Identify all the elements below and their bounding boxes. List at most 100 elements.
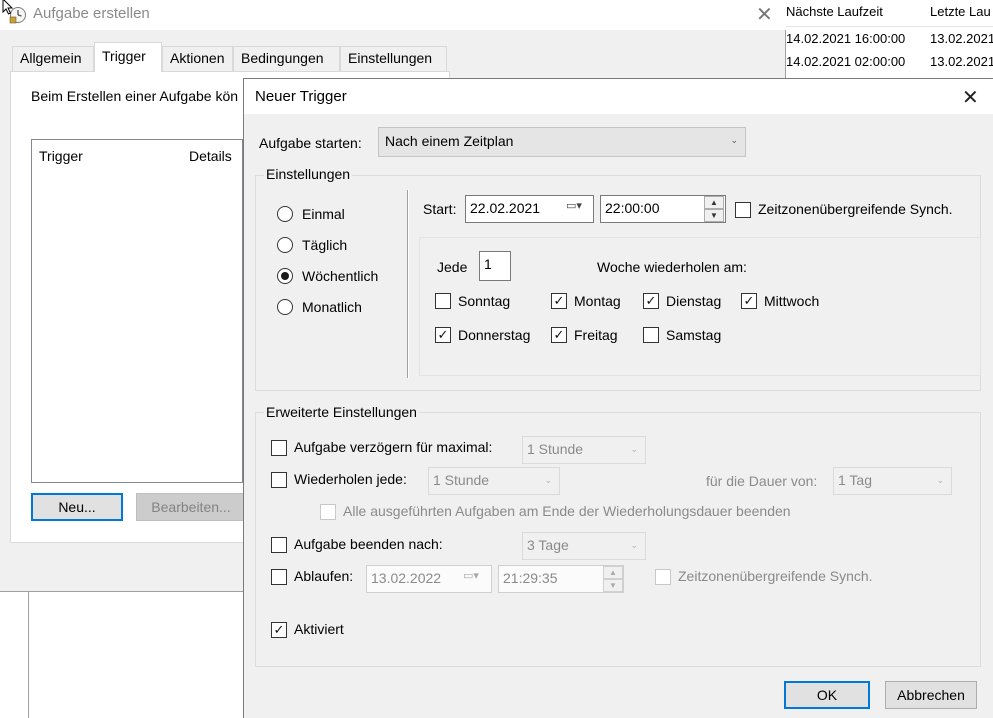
chevron-down-icon: ⌄ <box>544 475 552 485</box>
duration-label: für die Dauer von: <box>706 473 818 489</box>
radio-weekly[interactable] <box>277 268 293 284</box>
stop-after-select[interactable]: 3 Tage ⌄ <box>522 532 646 560</box>
repeat-label: Wiederholen jede: <box>294 471 407 487</box>
cancel-button[interactable]: Abbrechen <box>885 681 977 709</box>
settings-group-label: Einstellungen <box>264 166 353 182</box>
column-header-trigger[interactable]: Trigger <box>39 148 83 164</box>
start-task-value: Nach einem Zeitplan <box>385 133 514 149</box>
checkbox-tuesday[interactable]: ✓ <box>643 293 659 309</box>
mouse-cursor-icon <box>2 0 14 19</box>
checkbox-tuesday-label: Dienstag <box>666 293 722 309</box>
chevron-down-icon: ⌄ <box>730 135 738 145</box>
tz-sync-label: Zeitzonenübergreifende Synch. <box>758 201 953 217</box>
radio-monthly-label: Monatlich <box>302 299 362 315</box>
stop-all-label: Alle ausgeführten Aufgaben am Ende der W… <box>343 503 791 519</box>
expire-tz-sync-checkbox[interactable] <box>655 569 671 585</box>
new-trigger-button[interactable]: Neu... <box>31 493 123 521</box>
dialog-title: Neuer Trigger <box>255 88 347 105</box>
calendar-icon[interactable]: ▭▾ <box>463 569 479 582</box>
checkbox-monday[interactable]: ✓ <box>551 293 567 309</box>
expire-checkbox[interactable] <box>271 569 287 585</box>
delay-label: Aufgabe verzögern für maximal: <box>294 439 493 455</box>
radio-once-label: Einmal <box>302 206 345 222</box>
checkbox-saturday-label: Samstag <box>666 327 722 343</box>
expire-tz-sync-label: Zeitzonenübergreifende Synch. <box>678 568 873 584</box>
tab-general[interactable]: Allgemein <box>12 46 94 71</box>
checkbox-wednesday[interactable]: ✓ <box>741 293 757 309</box>
duration-select[interactable]: 1 Tag ⌄ <box>833 467 952 495</box>
ok-button[interactable]: OK <box>784 681 870 709</box>
checkbox-thursday[interactable]: ✓ <box>435 327 451 343</box>
start-task-label: Aufgabe starten: <box>259 135 362 151</box>
advanced-group-label: Erweiterte Einstellungen <box>264 404 419 420</box>
task-list-background: Nächste Laufzeit Letzte Lau 14.02.2021 1… <box>778 0 993 80</box>
radio-once[interactable] <box>277 206 293 222</box>
checkbox-monday-label: Montag <box>574 293 621 309</box>
window-edge <box>28 592 29 718</box>
duration-value: 1 Tag <box>838 472 872 488</box>
trigger-list[interactable]: Trigger Details <box>31 139 243 483</box>
calendar-icon[interactable]: ▭▾ <box>566 199 582 212</box>
spin-up-icon[interactable]: ▲ <box>603 566 623 579</box>
repeat-interval-value: 1 Stunde <box>433 472 490 488</box>
repeat-checkbox[interactable] <box>271 472 287 488</box>
spin-down-icon[interactable]: ▼ <box>704 209 724 222</box>
delay-select[interactable]: 1 Stunde ⌄ <box>522 436 646 464</box>
chevron-down-icon: ⌄ <box>936 475 944 485</box>
stop-after-label: Aufgabe beenden nach: <box>294 536 443 552</box>
expire-date-picker[interactable]: 13.02.2022 ▭▾ <box>366 565 492 593</box>
close-icon[interactable]: ✕ <box>756 2 773 27</box>
close-icon[interactable]: ✕ <box>962 85 979 110</box>
radio-daily-label: Täglich <box>302 237 348 253</box>
spin-up-icon[interactable]: ▲ <box>704 196 724 209</box>
enabled-label: Aktiviert <box>294 621 344 637</box>
tab-settings[interactable]: Einstellungen <box>340 46 447 71</box>
stop-all-checkbox[interactable] <box>320 504 336 520</box>
start-task-select[interactable]: Nach einem Zeitplan ⌄ <box>378 127 746 157</box>
expire-time-value: 21:29:35 <box>503 570 558 586</box>
spin-down-icon[interactable]: ▼ <box>603 579 623 592</box>
repeat-interval-select[interactable]: 1 Stunde ⌄ <box>428 467 560 495</box>
checkbox-saturday[interactable] <box>643 327 659 343</box>
tab-actions[interactable]: Aktionen <box>162 46 233 71</box>
trigger-description: Beim Erstellen einer Aufgabe kön <box>31 88 239 104</box>
tz-sync-checkbox[interactable] <box>735 202 751 218</box>
column-header-details[interactable]: Details <box>189 148 232 164</box>
column-header-last-run[interactable]: Letzte Lau <box>930 4 991 19</box>
stop-after-checkbox[interactable] <box>271 537 287 553</box>
column-header-next-run[interactable]: Nächste Laufzeit <box>786 4 883 19</box>
radio-daily[interactable] <box>277 237 293 253</box>
start-label: Start: <box>423 201 457 217</box>
task-row-last[interactable]: 13.02.2021 <box>930 31 993 46</box>
new-trigger-titlebar <box>244 79 993 114</box>
delay-checkbox[interactable] <box>271 440 287 456</box>
task-row-next[interactable]: 14.02.2021 16:00:00 <box>786 31 905 46</box>
task-row-last[interactable]: 13.02.2021 <box>930 54 993 69</box>
expire-date-value: 13.02.2022 <box>371 570 442 586</box>
checkbox-friday[interactable]: ✓ <box>551 327 567 343</box>
repeat-week-label: Woche wiederholen am: <box>597 259 747 275</box>
vertical-separator <box>407 190 409 378</box>
checkbox-friday-label: Freitag <box>574 327 618 343</box>
tab-conditions[interactable]: Bedingungen <box>233 46 340 71</box>
every-label: Jede <box>437 259 468 275</box>
checkbox-wednesday-label: Mittwoch <box>764 293 820 309</box>
start-time-value: 22:00:00 <box>605 200 660 216</box>
chevron-down-icon: ⌄ <box>630 444 638 454</box>
delay-value: 1 Stunde <box>527 441 584 457</box>
chevron-down-icon: ⌄ <box>630 540 638 550</box>
radio-monthly[interactable] <box>277 299 293 315</box>
every-weeks-field[interactable]: 1 <box>479 251 511 281</box>
expire-label: Ablaufen: <box>294 568 354 584</box>
radio-weekly-label: Wöchentlich <box>302 268 379 284</box>
create-task-title: Aufgabe erstellen <box>33 5 150 22</box>
checkbox-sunday-label: Sonntag <box>458 293 511 309</box>
checkbox-sunday[interactable] <box>435 293 451 309</box>
start-date-value: 22.02.2021 <box>470 200 541 216</box>
edit-trigger-button[interactable]: Bearbeiten... <box>136 493 246 521</box>
task-row-next[interactable]: 14.02.2021 02:00:00 <box>786 54 905 69</box>
start-date-picker[interactable]: 22.02.2021 ▭▾ <box>465 195 594 223</box>
enabled-checkbox[interactable]: ✓ <box>271 622 287 638</box>
tab-trigger[interactable]: Trigger <box>94 42 162 72</box>
checkbox-thursday-label: Donnerstag <box>458 327 531 343</box>
